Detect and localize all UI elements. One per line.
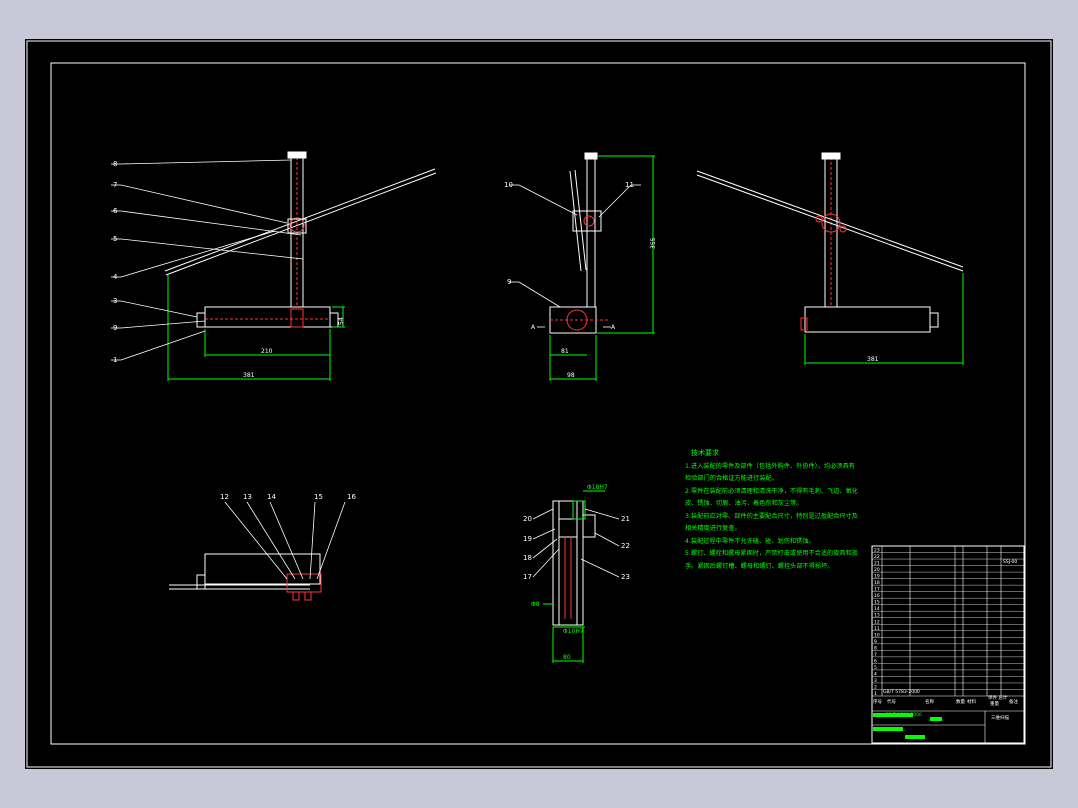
note-line-6: 相关精度进行复查。 <box>685 524 741 532</box>
balloon-22: 22 <box>621 542 630 550</box>
dim-rear-width: 381 <box>867 356 879 363</box>
col-header-name: 名称 <box>925 698 934 705</box>
balloon-14: 14 <box>267 493 276 501</box>
balloon-1: 1 <box>113 356 117 364</box>
technical-notes: 技术要求 1.进入装配的零件及部件（包括外购件、外协件），均必须具有 检验部门的… <box>685 448 858 570</box>
notes-title: 技术要求 <box>691 448 719 457</box>
balloon-20: 20 <box>523 515 532 523</box>
section-view <box>169 501 346 601</box>
balloon-10: 10 <box>504 181 513 189</box>
balloon-16: 16 <box>347 493 356 501</box>
note-line-3: 2.零件在装配前必须清理和清洗干净，不得有毛刺、飞边、氧化 <box>685 487 858 495</box>
col-header-note: 备注 <box>1009 698 1018 705</box>
balloon-5: 5 <box>113 235 117 243</box>
dim-base-width: 210 <box>261 348 273 355</box>
balloon-15: 15 <box>314 493 323 501</box>
drawing-name: 三维扫描 <box>991 714 1009 721</box>
inner-border <box>50 62 1026 745</box>
note-line-9: 手。紧固后螺钉槽、螺母和螺钉、螺栓头部不得损坏。 <box>685 562 834 570</box>
balloon-8: 8 <box>113 160 117 168</box>
dim-overall-width: 381 <box>243 372 255 379</box>
dim-side-height: 355 <box>650 237 657 249</box>
drawing-sheet: 8 7 6 5 4 3 9 1 210 381 54 10 11 9 355 8… <box>25 39 1053 769</box>
col-header-material: 材料 <box>967 698 976 705</box>
dim-detail-side: Φ8 <box>531 601 540 608</box>
dim-side-w1: 81 <box>561 348 569 355</box>
outer-border <box>26 40 1052 768</box>
note-line-7: 4.装配过程中零件不允许磕、碰、划伤和锈蚀。 <box>685 537 815 545</box>
note-line-5: 3.装配前应对零、部件的主要配合尺寸，特别是过盈配合尺寸及 <box>685 512 858 520</box>
front-view-labels: 8 7 6 5 4 3 9 1 210 381 54 <box>113 160 345 379</box>
col-header-index: 序号 <box>873 698 882 705</box>
cell-gb-1: GB/T 5783-2000 <box>883 689 920 695</box>
dim-detail-width: 80 <box>563 654 571 661</box>
balloon-19: 19 <box>523 535 532 543</box>
balloon-18: 18 <box>523 554 532 562</box>
balloon-9-side: 9 <box>507 278 511 286</box>
balloon-23: 23 <box>621 573 630 581</box>
balloon-17: 17 <box>523 573 532 581</box>
note-line-2: 检验部门的合格证方能进行装配。 <box>685 474 778 482</box>
dim-detail-bottom: Φ10H7 <box>563 628 584 635</box>
dim-detail-top: Φ18H7 <box>587 484 608 491</box>
section-marker-right: A <box>611 324 616 331</box>
balloon-21: 21 <box>621 515 630 523</box>
section-marker-left: A <box>531 324 536 331</box>
balloon-12: 12 <box>220 493 229 501</box>
balloon-9: 9 <box>113 324 117 332</box>
dim-side-w2: 98 <box>567 372 575 379</box>
drawing-code: SSJ-00 <box>1003 559 1017 565</box>
col-header-code: 代号 <box>887 698 896 705</box>
dim-height: 54 <box>338 317 345 325</box>
note-line-1: 1.进入装配的零件及部件（包括外购件、外协件），均必须具有 <box>685 462 855 470</box>
balloon-4: 4 <box>113 273 118 281</box>
front-view <box>111 151 437 381</box>
col-header-qty: 数量 <box>956 698 965 705</box>
section-view-labels: 12 13 14 15 16 <box>220 493 356 501</box>
detail-view <box>532 490 620 663</box>
balloon-13: 13 <box>243 493 252 501</box>
note-line-4: 皮、锈蚀、切屑、油污、着色剂和灰尘等。 <box>685 499 803 507</box>
balloon-11: 11 <box>625 181 634 189</box>
title-block: 2322212019181716151413121110987654321 序号… <box>871 545 1025 744</box>
cad-drawing: 8 7 6 5 4 3 9 1 210 381 54 10 11 9 355 8… <box>26 40 1052 768</box>
col-header-weight: 重量 <box>990 700 999 707</box>
rear-view <box>696 152 964 365</box>
detail-view-labels: 20 19 18 17 21 22 23 Φ18H7 80 Φ8 Φ10H7 <box>523 484 630 661</box>
balloon-7: 7 <box>113 181 117 189</box>
col-header-unit: 单件 总计 <box>988 694 1008 701</box>
balloon-3: 3 <box>113 297 117 305</box>
note-line-8: 5.螺钉、螺栓和螺母紧固时，严禁打击或使用不合适的旋具和扳 <box>685 549 858 557</box>
balloon-6: 6 <box>113 207 118 215</box>
